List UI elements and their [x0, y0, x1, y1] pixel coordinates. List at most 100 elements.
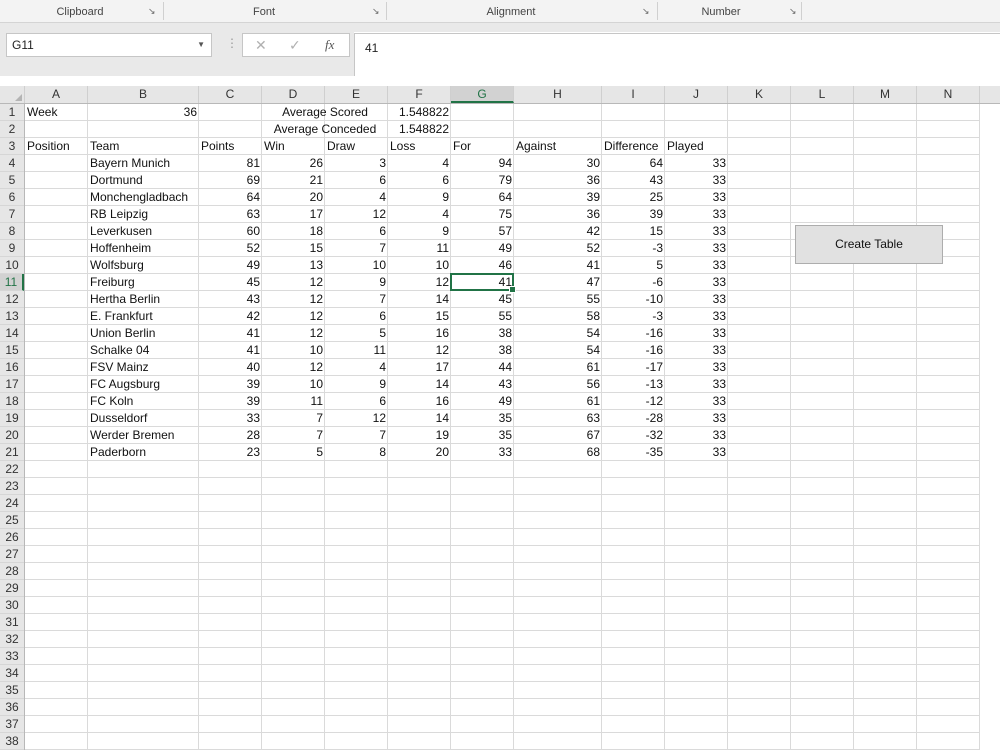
cell-f2[interactable]: 1.548822 — [388, 121, 451, 137]
cell-g9[interactable]: 49 — [451, 240, 514, 256]
cell-g17[interactable]: 43 — [451, 376, 514, 392]
cell-d18[interactable]: 11 — [262, 393, 325, 409]
cell-j6[interactable]: 33 — [665, 189, 728, 205]
row-header-2[interactable]: 2 — [0, 121, 24, 138]
column-header-f[interactable]: F — [388, 86, 451, 103]
row-header-36[interactable]: 36 — [0, 699, 24, 716]
cell-h17[interactable]: 56 — [514, 376, 602, 392]
cell-f14[interactable]: 16 — [388, 325, 451, 341]
cell-c6[interactable]: 64 — [199, 189, 262, 205]
cell-g10[interactable]: 46 — [451, 257, 514, 273]
cell-i13[interactable]: -3 — [602, 308, 665, 324]
clipboard-launcher-icon[interactable]: ↘ — [148, 7, 157, 16]
cell-h19[interactable]: 63 — [514, 410, 602, 426]
cell-c7[interactable]: 63 — [199, 206, 262, 222]
cell-c4[interactable]: 81 — [199, 155, 262, 171]
cell-g12[interactable]: 45 — [451, 291, 514, 307]
more-options-icon[interactable]: ⋮ — [226, 36, 238, 50]
cell-g19[interactable]: 35 — [451, 410, 514, 426]
cell-c9[interactable]: 52 — [199, 240, 262, 256]
cell-b17[interactable]: FC Augsburg — [88, 376, 199, 392]
cell-d9[interactable]: 15 — [262, 240, 325, 256]
cell-e11[interactable]: 9 — [325, 274, 388, 290]
cell-g16[interactable]: 44 — [451, 359, 514, 375]
cell-e17[interactable]: 9 — [325, 376, 388, 392]
row-header-31[interactable]: 31 — [0, 614, 24, 631]
cell-i16[interactable]: -17 — [602, 359, 665, 375]
cell-d16[interactable]: 12 — [262, 359, 325, 375]
cell-e14[interactable]: 5 — [325, 325, 388, 341]
cell-i19[interactable]: -28 — [602, 410, 665, 426]
cell-f18[interactable]: 16 — [388, 393, 451, 409]
column-header-a[interactable]: A — [25, 86, 88, 103]
row-header-23[interactable]: 23 — [0, 478, 24, 495]
column-title-i[interactable]: Difference — [602, 138, 665, 154]
column-title-j[interactable]: Played — [665, 138, 728, 154]
cell-d4[interactable]: 26 — [262, 155, 325, 171]
cell-b8[interactable]: Leverkusen — [88, 223, 199, 239]
cell-e12[interactable]: 7 — [325, 291, 388, 307]
row-header-16[interactable]: 16 — [0, 359, 24, 376]
column-header-c[interactable]: C — [199, 86, 262, 103]
column-title-b[interactable]: Team — [88, 138, 199, 154]
cell-j11[interactable]: 33 — [665, 274, 728, 290]
row-header-29[interactable]: 29 — [0, 580, 24, 597]
row-header-33[interactable]: 33 — [0, 648, 24, 665]
cell-b5[interactable]: Dortmund — [88, 172, 199, 188]
row-header-35[interactable]: 35 — [0, 682, 24, 699]
cell-h18[interactable]: 61 — [514, 393, 602, 409]
row-header-22[interactable]: 22 — [0, 461, 24, 478]
cell-d15[interactable]: 10 — [262, 342, 325, 358]
cell-f4[interactable]: 4 — [388, 155, 451, 171]
cell-c17[interactable]: 39 — [199, 376, 262, 392]
cell-c10[interactable]: 49 — [199, 257, 262, 273]
cell-g13[interactable]: 55 — [451, 308, 514, 324]
cell-i6[interactable]: 25 — [602, 189, 665, 205]
cell-e19[interactable]: 12 — [325, 410, 388, 426]
cell-j14[interactable]: 33 — [665, 325, 728, 341]
cell-c11[interactable]: 45 — [199, 274, 262, 290]
cell-j21[interactable]: 33 — [665, 444, 728, 460]
cell-e5[interactable]: 6 — [325, 172, 388, 188]
cell-g21[interactable]: 33 — [451, 444, 514, 460]
cell-c12[interactable]: 43 — [199, 291, 262, 307]
cell-j10[interactable]: 33 — [665, 257, 728, 273]
cell-d12[interactable]: 12 — [262, 291, 325, 307]
row-header-11[interactable]: 11 — [0, 274, 24, 291]
cell-d21[interactable]: 5 — [262, 444, 325, 460]
cell-b9[interactable]: Hoffenheim — [88, 240, 199, 256]
column-header-l[interactable]: L — [791, 86, 854, 103]
cancel-icon[interactable]: ✕ — [255, 36, 267, 54]
column-header-n[interactable]: N — [917, 86, 980, 103]
cell-f11[interactable]: 12 — [388, 274, 451, 290]
row-header-4[interactable]: 4 — [0, 155, 24, 172]
alignment-launcher-icon[interactable]: ↘ — [642, 7, 651, 16]
cell-j13[interactable]: 33 — [665, 308, 728, 324]
cell-i8[interactable]: 15 — [602, 223, 665, 239]
cell-c16[interactable]: 40 — [199, 359, 262, 375]
cell-b4[interactable]: Bayern Munich — [88, 155, 199, 171]
row-header-17[interactable]: 17 — [0, 376, 24, 393]
cell-b21[interactable]: Paderborn — [88, 444, 199, 460]
cell-i9[interactable]: -3 — [602, 240, 665, 256]
column-header-j[interactable]: J — [665, 86, 728, 103]
row-header-21[interactable]: 21 — [0, 444, 24, 461]
row-header-15[interactable]: 15 — [0, 342, 24, 359]
row-header-32[interactable]: 32 — [0, 631, 24, 648]
row-header-18[interactable]: 18 — [0, 393, 24, 410]
row-header-7[interactable]: 7 — [0, 206, 24, 223]
cell-d14[interactable]: 12 — [262, 325, 325, 341]
cell-j17[interactable]: 33 — [665, 376, 728, 392]
cell-f20[interactable]: 19 — [388, 427, 451, 443]
cell-c20[interactable]: 28 — [199, 427, 262, 443]
row-header-14[interactable]: 14 — [0, 325, 24, 342]
cell-b7[interactable]: RB Leipzig — [88, 206, 199, 222]
cell-d17[interactable]: 10 — [262, 376, 325, 392]
create-table-button[interactable]: Create Table — [795, 225, 943, 264]
cell-d5[interactable]: 21 — [262, 172, 325, 188]
cell-f5[interactable]: 6 — [388, 172, 451, 188]
row-header-25[interactable]: 25 — [0, 512, 24, 529]
cell-e16[interactable]: 4 — [325, 359, 388, 375]
cell-d11[interactable]: 12 — [262, 274, 325, 290]
column-header-m[interactable]: M — [854, 86, 917, 103]
